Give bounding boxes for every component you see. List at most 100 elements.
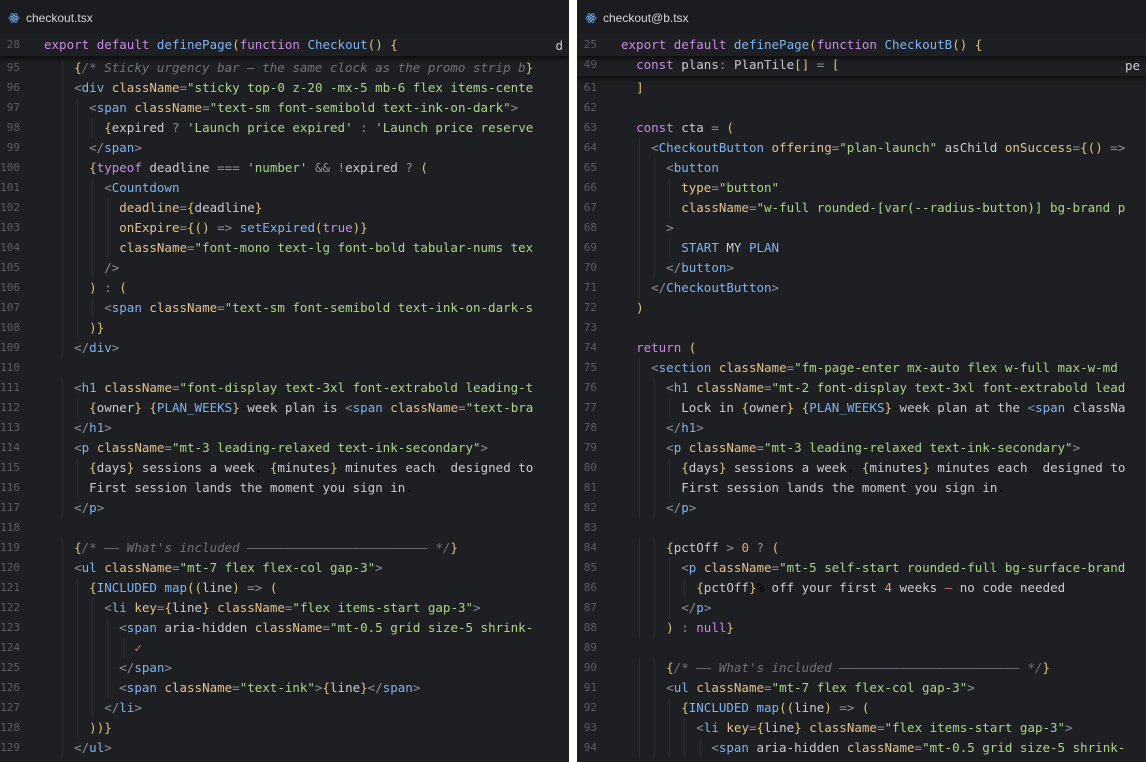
code-text: </ul> xyxy=(74,740,112,755)
code-text: {/* —— What's included —————————————————… xyxy=(666,660,1050,675)
code-line[interactable]: 126 <span className="text-ink">{line}</s… xyxy=(0,678,569,698)
code-line[interactable]: 93 <li key={line} className="flex items-… xyxy=(577,718,1146,738)
code-line[interactable]: 61 ] xyxy=(577,78,1146,98)
code-line[interactable]: 90 {/* —— What's included ——————————————… xyxy=(577,658,1146,678)
code-text: Lock in {owner} {PLAN_WEEKS}-week plan a… xyxy=(681,400,1126,415)
code-text: <span className="text-sm font-semibold t… xyxy=(89,100,519,115)
code-text: <h1 className="font-display text-3xl fon… xyxy=(74,380,534,395)
tab-checkout-b[interactable]: checkout@b.tsx xyxy=(585,9,689,27)
code-line[interactable]: 113 </h1> xyxy=(0,418,569,438)
code-line[interactable]: 80 {days} sessions a week, {minutes} min… xyxy=(577,458,1146,478)
code-line[interactable]: 64 <CheckoutButton offering="plan-launch… xyxy=(577,138,1146,158)
line-number: 49 xyxy=(583,58,597,71)
code-text: <p className="mt-3 leading-relaxed text-… xyxy=(74,440,489,455)
code-line[interactable]: 76 <h1 className="mt-2 font-display text… xyxy=(577,378,1146,398)
code-line[interactable]: 119 {/* —— What's included —————————————… xyxy=(0,538,569,558)
code-line[interactable]: 115 {days} sessions a week, {minutes} mi… xyxy=(0,458,569,478)
code-line[interactable]: 102 deadline={deadline} xyxy=(0,198,569,218)
code-line[interactable]: 66 type="button" xyxy=(577,178,1146,198)
code-line[interactable]: 88 ) : null} xyxy=(577,618,1146,638)
code-line[interactable]: 122 <li key={line} className="flex items… xyxy=(0,598,569,618)
code-line[interactable]: 100 {typeof deadline === 'number' && !ex… xyxy=(0,158,569,178)
code-line[interactable]: 91 <ul className="mt-7 flex flex-col gap… xyxy=(577,678,1146,698)
code-line[interactable]: 108 )} xyxy=(0,318,569,338)
code-line[interactable]: 87 </p> xyxy=(577,598,1146,618)
code-line[interactable]: 125 </span> xyxy=(0,658,569,678)
code-line[interactable]: 127 </li> xyxy=(0,698,569,718)
code-line[interactable]: 120 <ul className="mt-7 flex flex-col ga… xyxy=(0,558,569,578)
code-line[interactable]: 69 START MY PLAN xyxy=(577,238,1146,258)
code-line[interactable]: 101 <Countdown xyxy=(0,178,569,198)
code-line[interactable]: 105 /> xyxy=(0,258,569,278)
code-line[interactable]: 73 xyxy=(577,318,1146,338)
code-text: {owner} {PLAN_WEEKS}-week plan is <span … xyxy=(89,400,534,415)
line-number: 125 xyxy=(0,661,20,674)
code-line[interactable]: 67 className="w-full rounded-[var(--radi… xyxy=(577,198,1146,218)
code-line[interactable]: 112 {owner} {PLAN_WEEKS}-week plan is <s… xyxy=(0,398,569,418)
code-text: return ( xyxy=(636,340,697,355)
code-text: <div className="sticky top-0 z-20 -mx-5 … xyxy=(74,80,534,95)
line-number: 90 xyxy=(583,661,597,674)
code-line[interactable]: 82 </p> xyxy=(577,498,1146,518)
tab-bar: checkout@b.tsx xyxy=(577,0,1146,35)
code-line[interactable]: 110 xyxy=(0,358,569,378)
code-line[interactable]: 89 xyxy=(577,638,1146,658)
line-number: 99 xyxy=(6,141,20,154)
code-line[interactable]: 98 {expired ? 'Launch price expired' : '… xyxy=(0,118,569,138)
code-text: ] xyxy=(636,80,644,95)
code-line[interactable]: 92 {INCLUDED.map((line) => ( xyxy=(577,698,1146,718)
code-line[interactable]: 124 ✓ xyxy=(0,638,569,658)
code-line[interactable]: 128 ))} xyxy=(0,718,569,738)
code-line[interactable]: 123 <span aria-hidden className="mt-0.5 … xyxy=(0,618,569,638)
code-line[interactable]: 117 </p> xyxy=(0,498,569,518)
code-line[interactable]: 118 xyxy=(0,518,569,538)
code-line[interactable]: 78 </h1> xyxy=(577,418,1146,438)
code-line[interactable]: 81 First session lands the moment you si… xyxy=(577,478,1146,498)
code-line[interactable]: 121 {INCLUDED.map((line) => ( xyxy=(0,578,569,598)
code-line[interactable]: 71 </CheckoutButton> xyxy=(577,278,1146,298)
code-line[interactable]: 95 {/* Sticky urgency bar — the same clo… xyxy=(0,58,569,78)
code-line[interactable]: 70 </button> xyxy=(577,258,1146,278)
code-line[interactable]: 75 <section className="fm-page-enter mx-… xyxy=(577,358,1146,378)
sticky-scope-line[interactable]: 25 export default definePage(function Che… xyxy=(577,34,1146,56)
tab-checkout[interactable]: checkout.tsx xyxy=(8,9,93,27)
editor-pane-right[interactable]: checkout@b.tsx 25 export default definePa… xyxy=(577,0,1146,762)
code-line[interactable]: 109 </div> xyxy=(0,338,569,358)
line-number: 73 xyxy=(583,321,597,334)
code-text: type="button" xyxy=(681,180,780,195)
code-line[interactable]: 103 onExpire={() => setExpired(true)} xyxy=(0,218,569,238)
code-text: ) xyxy=(636,300,644,315)
code-text: export default definePage(function Check… xyxy=(44,37,398,52)
code-line[interactable]: 79 <p className="mt-3 leading-relaxed te… xyxy=(577,438,1146,458)
line-number: 107 xyxy=(0,301,20,314)
code-line[interactable]: 84 {pctOff > 0 ? ( xyxy=(577,538,1146,558)
code-line[interactable]: 68 > xyxy=(577,218,1146,238)
code-line[interactable]: 74 return ( xyxy=(577,338,1146,358)
code-line[interactable]: 63 const cta = ( xyxy=(577,118,1146,138)
code-line[interactable]: 106 ) : ( xyxy=(0,278,569,298)
code-line[interactable]: 65 <button xyxy=(577,158,1146,178)
tab-bar: checkout.tsx xyxy=(0,0,569,35)
sticky-scope-line[interactable]: 28 export default definePage(function Che… xyxy=(0,34,569,56)
code-line[interactable]: 114 <p className="mt-3 leading-relaxed t… xyxy=(0,438,569,458)
code-line[interactable]: 94 <span aria-hidden className="mt-0.5 g… xyxy=(577,738,1146,758)
code-line[interactable]: 83 xyxy=(577,518,1146,538)
code-text: </button> xyxy=(666,260,734,275)
code-line[interactable]: 72 ) xyxy=(577,298,1146,318)
sticky-scope-line[interactable]: 49 const plans: PlanTile[] = [pe xyxy=(577,54,1146,76)
code-line[interactable]: 129 </ul> xyxy=(0,738,569,758)
code-line[interactable]: 96 <div className="sticky top-0 z-20 -mx… xyxy=(0,78,569,98)
code-line[interactable]: 104 className="font-mono text-lg font-bo… xyxy=(0,238,569,258)
code-line[interactable]: 85 <p className="mt-5 self-start rounded… xyxy=(577,558,1146,578)
code-line[interactable]: 77 Lock in {owner} {PLAN_WEEKS}-week pla… xyxy=(577,398,1146,418)
code-line[interactable]: 111 <h1 className="font-display text-3xl… xyxy=(0,378,569,398)
code-line[interactable]: 97 <span className="text-sm font-semibol… xyxy=(0,98,569,118)
code-line[interactable]: 107 <span className="text-sm font-semibo… xyxy=(0,298,569,318)
code-line[interactable]: 99 </span> xyxy=(0,138,569,158)
code-line[interactable]: 62 xyxy=(577,98,1146,118)
code-line[interactable]: 116 First session lands the moment you s… xyxy=(0,478,569,498)
code-text: <li key={line} className="flex items-sta… xyxy=(104,600,481,615)
editor-pane-left[interactable]: checkout.tsx 28 export default definePage… xyxy=(0,0,569,762)
code-line[interactable]: 86 {pctOff}% off your first 4 weeks — no… xyxy=(577,578,1146,598)
code-text: {typeof deadline === 'number' && !expire… xyxy=(89,160,428,175)
